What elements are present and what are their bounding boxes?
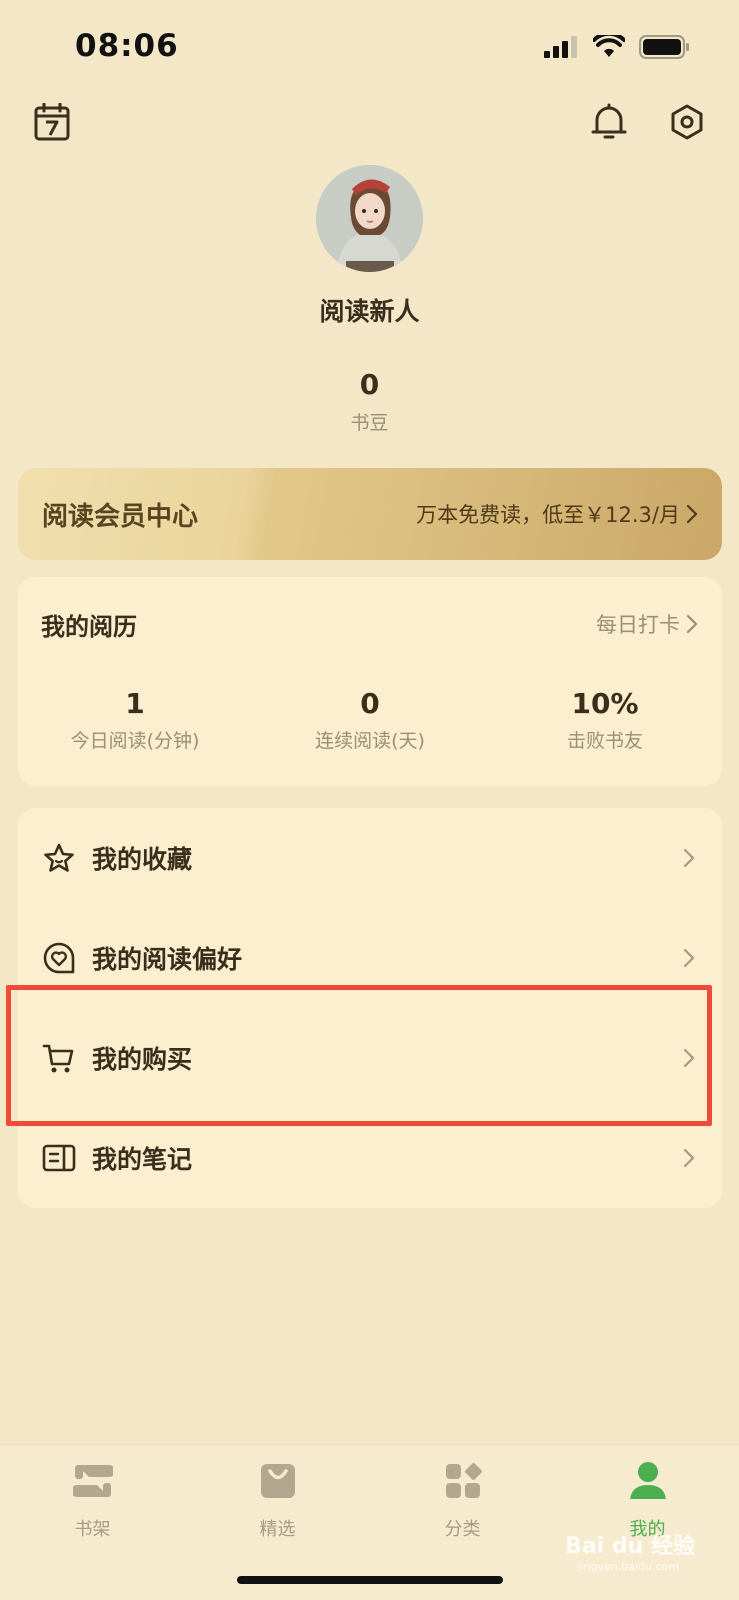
bookshelf-icon <box>71 1459 115 1503</box>
settings-icon[interactable] <box>667 102 707 142</box>
stat-label: 连续阅读(天) <box>315 730 425 752</box>
calendar-icon[interactable] <box>32 102 72 142</box>
vip-promo-text: 万本免费读，低至￥12.3/月 <box>416 503 680 527</box>
stat-value: 1 <box>125 687 145 720</box>
beans-count[interactable]: 0 <box>0 368 739 401</box>
chevron-right-icon <box>680 947 698 969</box>
bag-icon <box>256 1459 300 1503</box>
menu-card: 我的收藏 我的阅读偏好 我的购买 我的笔记 <box>18 808 722 1208</box>
status-time: 08:06 <box>75 28 179 64</box>
reading-history-title: 我的阅历 <box>41 613 137 641</box>
daily-checkin-label: 每日打卡 <box>596 613 680 637</box>
menu-label: 我的阅读偏好 <box>92 945 243 974</box>
stat-today-reading[interactable]: 1 今日阅读(分钟) <box>18 687 252 753</box>
chevron-right-icon <box>680 1147 698 1169</box>
wifi-icon <box>593 35 625 57</box>
stat-value: 0 <box>360 687 380 720</box>
star-icon <box>42 841 76 875</box>
menu-item-purchases[interactable]: 我的购买 <box>18 1008 722 1108</box>
username: 阅读新人 <box>319 297 420 326</box>
status-icons <box>543 34 691 60</box>
stat-beat-friends[interactable]: 10% 击败书友 <box>488 687 722 753</box>
tab-featured[interactable]: 精选 <box>185 1459 370 1541</box>
battery-icon <box>639 35 689 59</box>
stat-consecutive-reading[interactable]: 0 连续阅读(天) <box>253 687 487 753</box>
vip-title: 阅读会员中心 <box>42 501 199 532</box>
vip-center-banner[interactable]: 阅读会员中心 万本免费读，低至￥12.3/月 <box>18 468 722 560</box>
avatar[interactable] <box>316 165 423 272</box>
reading-history-card: 我的阅历 每日打卡 1 今日阅读(分钟) 0 连续阅读(天) 10% 击败书友 <box>18 577 722 786</box>
menu-item-favorites[interactable]: 我的收藏 <box>18 808 722 908</box>
tab-label: 精选 <box>259 1519 296 1540</box>
stat-label: 击败书友 <box>566 730 643 752</box>
cart-icon <box>42 1041 76 1075</box>
tab-label: 书架 <box>74 1519 111 1540</box>
bell-icon[interactable] <box>589 102 629 142</box>
home-indicator[interactable] <box>237 1576 503 1584</box>
daily-checkin-link[interactable]: 每日打卡 <box>596 609 698 639</box>
beans-label: 书豆 <box>350 412 389 434</box>
menu-label: 我的笔记 <box>92 1145 193 1174</box>
stat-value: 10% <box>571 687 639 720</box>
tab-categories[interactable]: 分类 <box>370 1459 555 1541</box>
menu-label: 我的购买 <box>92 1045 193 1074</box>
signal-icon <box>544 36 577 58</box>
chevron-right-icon <box>686 504 698 524</box>
menu-item-reading-preference[interactable]: 我的阅读偏好 <box>18 908 722 1008</box>
watermark-url: jingyan.baidu.com <box>577 1560 679 1573</box>
heart-icon <box>42 941 76 975</box>
tab-label: 分类 <box>444 1519 481 1540</box>
chevron-right-icon <box>680 1047 698 1069</box>
chevron-right-icon <box>686 614 698 634</box>
stat-label: 今日阅读(分钟) <box>70 730 200 752</box>
grid-icon <box>441 1459 485 1503</box>
chevron-right-icon <box>680 847 698 869</box>
menu-item-notes[interactable]: 我的笔记 <box>18 1108 722 1208</box>
tab-bookshelf[interactable]: 书架 <box>0 1459 185 1541</box>
menu-label: 我的收藏 <box>92 845 193 874</box>
user-icon <box>626 1459 670 1503</box>
vip-promo: 万本免费读，低至￥12.3/月 <box>416 499 698 529</box>
notebook-icon <box>42 1141 76 1175</box>
watermark: Bai du 经验 <box>565 1534 695 1559</box>
